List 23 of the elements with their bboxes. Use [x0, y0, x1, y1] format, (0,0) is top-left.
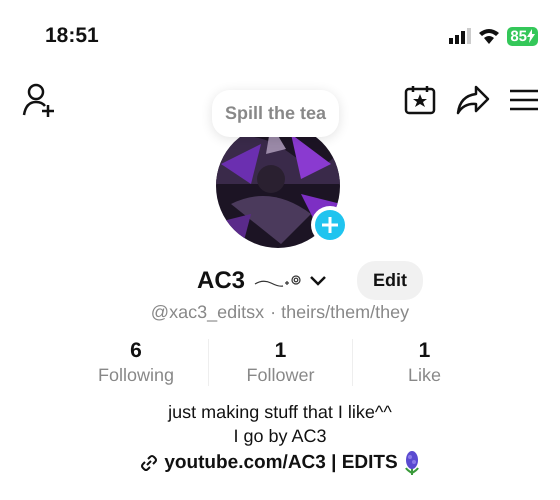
- profile-name: AC3: [196, 266, 245, 294]
- stat-label[interactable]: Follower: [246, 365, 315, 386]
- tooltip: Spill the tea: [212, 90, 340, 137]
- battery-indicator: 85: [507, 26, 538, 46]
- stat-count[interactable]: 1: [274, 339, 286, 363]
- stat-count[interactable]: 6: [130, 339, 142, 363]
- stat-count[interactable]: 1: [418, 339, 430, 363]
- wifi-icon: [478, 28, 500, 44]
- bio-text: I go by AC3: [233, 425, 327, 448]
- profile-link[interactable]: youtube.com/AC3 | EDITS: [164, 451, 398, 475]
- menu-icon[interactable]: [510, 89, 538, 111]
- chevron-down-icon[interactable]: [309, 274, 327, 286]
- share-icon[interactable]: [456, 85, 490, 115]
- edit-button[interactable]: Edit: [357, 261, 423, 300]
- clock-time: 18:51: [45, 24, 99, 48]
- flower-icon: [404, 451, 420, 475]
- stat-label[interactable]: Like: [408, 365, 442, 386]
- bio-text: just making stuff that I like^^: [168, 401, 392, 424]
- stat-label[interactable]: Following: [98, 365, 174, 386]
- link-icon: [140, 454, 158, 472]
- signal-icon: [449, 28, 472, 44]
- pronouns: · theirs/them/they: [270, 302, 410, 323]
- username: @xac3_editsx: [150, 302, 264, 323]
